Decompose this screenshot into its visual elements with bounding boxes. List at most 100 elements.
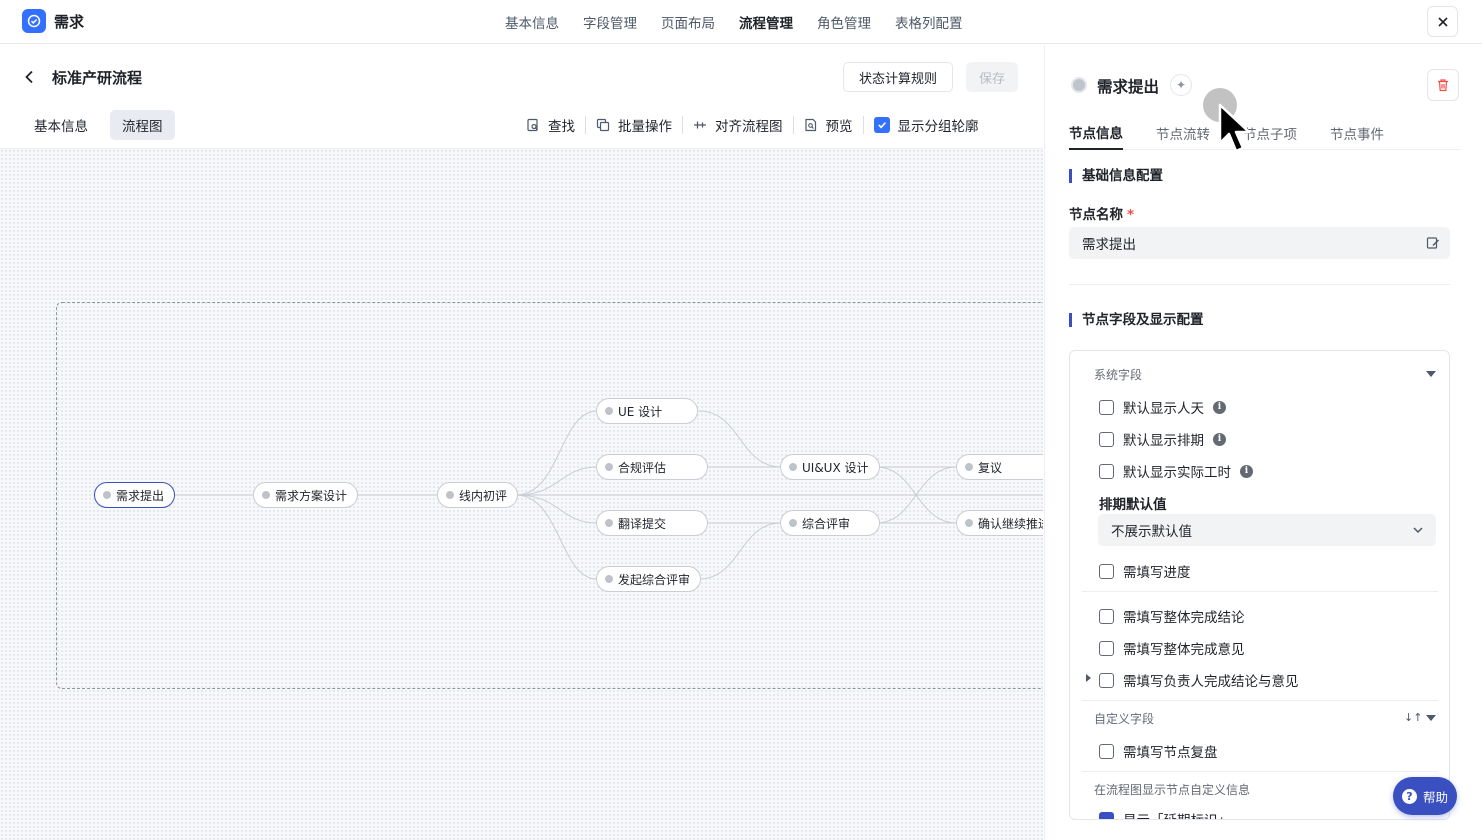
option-show-schedule[interactable]: 默认显示排期 i xyxy=(1099,429,1226,449)
flow-node-start-review[interactable]: 发起综合评审 xyxy=(596,566,702,592)
tab-node-info[interactable]: 节点信息 xyxy=(1069,115,1123,150)
node-name-label-text: 节点名称 xyxy=(1069,207,1123,223)
node-label: 需求提出 xyxy=(116,488,165,503)
node-status-dot xyxy=(446,491,454,499)
option-show-mandays[interactable]: 默认显示人天 i xyxy=(1099,397,1226,417)
checkbox[interactable] xyxy=(1099,672,1114,688)
caret-down-icon[interactable] xyxy=(1426,371,1436,377)
chevron-left-icon xyxy=(25,70,33,84)
checkbox-checked-icon[interactable] xyxy=(873,117,890,133)
flow-node-compliance[interactable]: 合规评估 xyxy=(596,454,709,480)
option-label: 需填写整体完成意见 xyxy=(1123,642,1245,658)
schedule-default-select[interactable]: 不展示默认值 xyxy=(1098,514,1436,546)
option-label: 默认显示人天 xyxy=(1123,401,1204,417)
nav-tab-field-management[interactable]: 字段管理 xyxy=(583,12,637,32)
nav-tab-page-layout[interactable]: 页面布局 xyxy=(661,12,715,32)
toolbar-divider xyxy=(682,116,683,134)
caret-right-icon[interactable] xyxy=(1086,674,1091,682)
batch-tool[interactable]: 批量操作 xyxy=(588,110,680,140)
flow-canvas[interactable]: 需求提出 需求方案设计 线内初评 UE 设计 合规评估 翻译提交 发起综合评审 … xyxy=(0,148,1043,840)
option-fill-overall-opinion[interactable]: 需填写整体完成意见 xyxy=(1099,638,1245,658)
flow-node-translation[interactable]: 翻译提交 xyxy=(596,510,709,536)
toolbar-divider xyxy=(862,116,864,134)
chevron-down-icon xyxy=(1413,527,1423,534)
help-label: 帮助 xyxy=(1422,789,1448,805)
tab-node-transition[interactable]: 节点流转 xyxy=(1156,115,1210,150)
subtab-basic-info[interactable]: 基本信息 xyxy=(22,110,100,140)
edit-icon[interactable] xyxy=(1426,236,1440,250)
flow-node-solution-design[interactable]: 需求方案设计 xyxy=(253,482,359,508)
align-tool[interactable]: 对齐流程图 xyxy=(685,110,791,140)
preview-icon xyxy=(804,118,818,132)
option-show-schedule-tag[interactable]: 显示「延期标识」 xyxy=(1099,809,1231,819)
edge xyxy=(698,410,782,468)
checkbox[interactable] xyxy=(1099,563,1114,579)
show-group-outline-label: 显示分组轮廓 xyxy=(897,119,979,135)
trash-icon xyxy=(1438,79,1448,92)
back-button[interactable] xyxy=(24,68,40,86)
show-group-outline-toggle[interactable]: 显示分组轮廓 xyxy=(866,110,987,140)
nav-tab-role-management[interactable]: 角色管理 xyxy=(817,12,871,32)
option-label: 需填写进度 xyxy=(1123,565,1191,581)
preview-label: 预览 xyxy=(825,119,853,135)
option-fill-progress[interactable]: 需填写进度 xyxy=(1099,561,1191,581)
sort-icon[interactable]: ↓↑ xyxy=(1404,711,1422,724)
app-logo-icon xyxy=(22,9,46,33)
flow-node-ui-ux-design[interactable]: UI&UX 设计 xyxy=(780,454,880,480)
checkbox[interactable] xyxy=(1099,431,1114,447)
node-label: UE 设计 xyxy=(618,404,663,419)
sparkle-icon[interactable]: ✦ xyxy=(1170,74,1192,96)
option-show-actual-hours[interactable]: 默认显示实际工时 i xyxy=(1099,461,1253,481)
caret-down-icon[interactable] xyxy=(1426,715,1436,721)
checkbox[interactable] xyxy=(1099,399,1114,415)
edge xyxy=(698,522,782,580)
nav-tab-workflow-management[interactable]: 流程管理 xyxy=(739,12,793,32)
save-button[interactable]: 保存 xyxy=(966,62,1018,92)
checkbox[interactable] xyxy=(1099,743,1114,759)
option-label: 需填写整体完成结论 xyxy=(1123,610,1245,626)
select-value: 不展示默认值 xyxy=(1111,524,1192,540)
preview-tool[interactable]: 预览 xyxy=(796,110,861,140)
find-tool[interactable]: 查找 xyxy=(518,110,583,140)
nav-tab-basic-info[interactable]: 基本信息 xyxy=(505,12,559,32)
node-status-dot xyxy=(1071,77,1087,93)
node-status-dot xyxy=(789,519,797,527)
state-rule-button[interactable]: 状态计算规则 xyxy=(843,62,953,92)
divider xyxy=(1082,591,1438,592)
option-fill-overall-conclusion[interactable]: 需填写整体完成结论 xyxy=(1099,606,1245,626)
flow-node-initial-review[interactable]: 线内初评 xyxy=(437,482,519,508)
option-fill-review[interactable]: 需填写节点复盘 xyxy=(1099,741,1218,761)
subtab-flowchart[interactable]: 流程图 xyxy=(110,110,175,140)
option-label: 默认显示排期 xyxy=(1123,433,1204,449)
flow-node-overall-review[interactable]: 综合评审 xyxy=(780,510,881,536)
flow-node-demand-raised[interactable]: 需求提出 xyxy=(94,482,176,508)
node-config-panel: 需求提出 ✦ 节点信息 节点流转 节点子项 节点事件 基础信息配置 节点名称 * … xyxy=(1044,45,1482,840)
node-label: 合规评估 xyxy=(618,460,667,475)
custom-fields-header: 自定义字段 xyxy=(1094,712,1155,726)
node-status-dot xyxy=(789,463,797,471)
option-label: 默认显示实际工时 xyxy=(1123,465,1231,481)
help-button[interactable]: ? 帮助 xyxy=(1393,777,1457,815)
flow-node-confirm-proceed[interactable]: 确认继续推进 xyxy=(956,510,1043,536)
flow-node-reconsider[interactable]: 复议 xyxy=(956,454,1043,480)
close-button[interactable] xyxy=(1427,6,1458,37)
node-status-dot xyxy=(965,463,973,471)
info-icon: i xyxy=(1213,432,1226,446)
checkbox[interactable] xyxy=(1099,640,1114,656)
nav-tab-table-column-config[interactable]: 表格列配置 xyxy=(895,12,963,32)
node-name-value: 需求提出 xyxy=(1082,237,1136,253)
tab-node-events[interactable]: 节点事件 xyxy=(1330,115,1384,150)
flow-node-ue-design[interactable]: UE 设计 xyxy=(596,398,699,424)
node-label: 确认继续推进 xyxy=(978,516,1043,531)
batch-label: 批量操作 xyxy=(618,119,672,135)
panel-tabs: 节点信息 节点流转 节点子项 节点事件 xyxy=(1069,115,1461,150)
option-label: 显示「延期标识」 xyxy=(1123,809,1231,819)
node-label: UI&UX 设计 xyxy=(802,460,869,475)
info-icon: i xyxy=(1213,400,1226,414)
option-fill-owner-conclusion[interactable]: 需填写负责人完成结论与意见 xyxy=(1099,670,1299,690)
checkbox[interactable] xyxy=(1099,608,1114,624)
node-name-input[interactable]: 需求提出 xyxy=(1069,227,1450,259)
checkbox[interactable] xyxy=(1099,463,1114,479)
checkbox[interactable] xyxy=(1099,811,1114,819)
delete-node-button[interactable] xyxy=(1427,69,1459,101)
